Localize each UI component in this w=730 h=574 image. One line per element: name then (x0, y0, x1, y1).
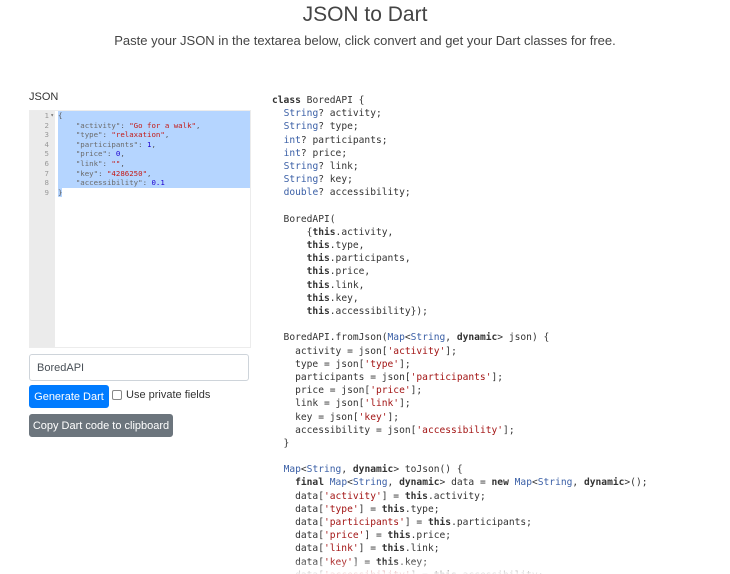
dart-code-line: this.price, (306, 266, 371, 278)
line-number: 7 (44, 168, 49, 178)
json-line: "type": "relaxation", (58, 130, 250, 140)
dart-code-line: price = json['price']; (272, 385, 423, 397)
dart-code-line (272, 450, 722, 463)
dart-code-line (272, 200, 722, 213)
dart-code-line: data['participants'] = this.participants… (272, 517, 532, 528)
dart-code-line: String? type; (283, 121, 359, 133)
editor-gutter: 1 ▾ 2 3 4 5 6 7 8 9 (30, 111, 55, 347)
dart-code-line: BoredAPI.fromJson(Map<String, dynamic> j… (272, 332, 550, 344)
dart-code-line: String? link; (283, 160, 359, 172)
dart-code-line: participants = json['participants']; (272, 371, 504, 383)
line-number: 9 (44, 187, 49, 197)
dart-code-line: String? key; (283, 174, 353, 186)
json-editor[interactable]: 1 ▾ 2 3 4 5 6 7 8 9 { "activity": "Go for a walk"… (29, 110, 251, 348)
dart-code-line: data['activity'] = this.activity; (272, 490, 486, 502)
line-number: 6 (44, 158, 49, 168)
dart-code-line: {this.activity, (272, 226, 394, 238)
dart-output: class BoredAPI { String? activity; Strin… (272, 94, 722, 574)
line-number: 8 (44, 178, 49, 188)
generate-dart-button[interactable]: Generate Dart (29, 385, 109, 408)
line-number: 2 (44, 120, 49, 130)
json-line: "key": "4286250", (58, 168, 250, 179)
class-name-input[interactable] (29, 354, 249, 381)
line-number: 4 (44, 139, 49, 149)
json-line: "participants": 1, (58, 139, 250, 150)
dart-code-line: int? participants; (283, 134, 388, 146)
dart-code-line: this.link, (306, 279, 365, 291)
private-fields-checkbox[interactable] (112, 390, 122, 400)
dart-code-lines: class BoredAPI { String? activity; Strin… (272, 94, 722, 574)
json-label: JSON (29, 91, 59, 103)
editor-code[interactable]: { "activity": "Go for a walk", "type": "… (58, 111, 250, 198)
json-line: { (58, 111, 250, 121)
page-subtitle: Paste your JSON in the textarea below, c… (114, 33, 616, 48)
dart-code-line: this.accessibility}); (306, 306, 428, 317)
dart-code-line: this.participants, (306, 253, 411, 265)
dart-code-line: data['type'] = this.type; (272, 503, 440, 515)
dart-code-line: final Map<String, dynamic> data = new Ma… (295, 477, 648, 489)
dart-code-line: data['price'] = this.price; (272, 530, 452, 542)
dart-code-line: } (272, 437, 290, 449)
json-line: } (58, 187, 63, 198)
json-line: "link": "", (58, 158, 250, 169)
dart-code-line: data['link'] = this.link; (272, 543, 440, 555)
dart-code-line: link = json['link']; (272, 398, 411, 410)
dart-code-line: key = json['key']; (272, 411, 400, 423)
dart-code-line: String? activity; (283, 108, 382, 120)
dart-code-line: class BoredAPI { (272, 95, 365, 106)
private-fields-label: Use private fields (126, 389, 211, 401)
dart-code-line: double? accessibility; (283, 187, 411, 199)
line-number: 1 ▾ (44, 111, 54, 121)
page-title: JSON to Dart (302, 3, 428, 26)
dart-code-line: this.type, (306, 240, 365, 252)
dart-code-line: this.key, (306, 292, 359, 304)
copy-dart-code-button[interactable]: Copy Dart code to clipboard (29, 414, 173, 437)
json-line: "activity": "Go for a walk", (58, 120, 250, 131)
json-line: "accessibility": 0.1 (58, 178, 250, 188)
json-line: "price": 0, (58, 149, 250, 159)
dart-code-line: BoredAPI( (272, 213, 336, 225)
fold-arrow-icon[interactable]: ▾ (50, 111, 54, 121)
output-fade (272, 560, 722, 574)
dart-code-line: accessibility = json['accessibility']; (272, 424, 515, 436)
dart-code-line: type = json['type']; (272, 358, 411, 370)
dart-code-line: activity = json['activity']; (272, 345, 457, 357)
private-fields-option[interactable]: Use private fields (112, 389, 210, 401)
dart-code-line: Map<String, dynamic> toJson() { (283, 464, 463, 476)
dart-code-line: int? price; (283, 147, 348, 159)
dart-code-line (272, 318, 722, 331)
line-number: 5 (44, 149, 49, 159)
line-number: 3 (44, 130, 49, 140)
